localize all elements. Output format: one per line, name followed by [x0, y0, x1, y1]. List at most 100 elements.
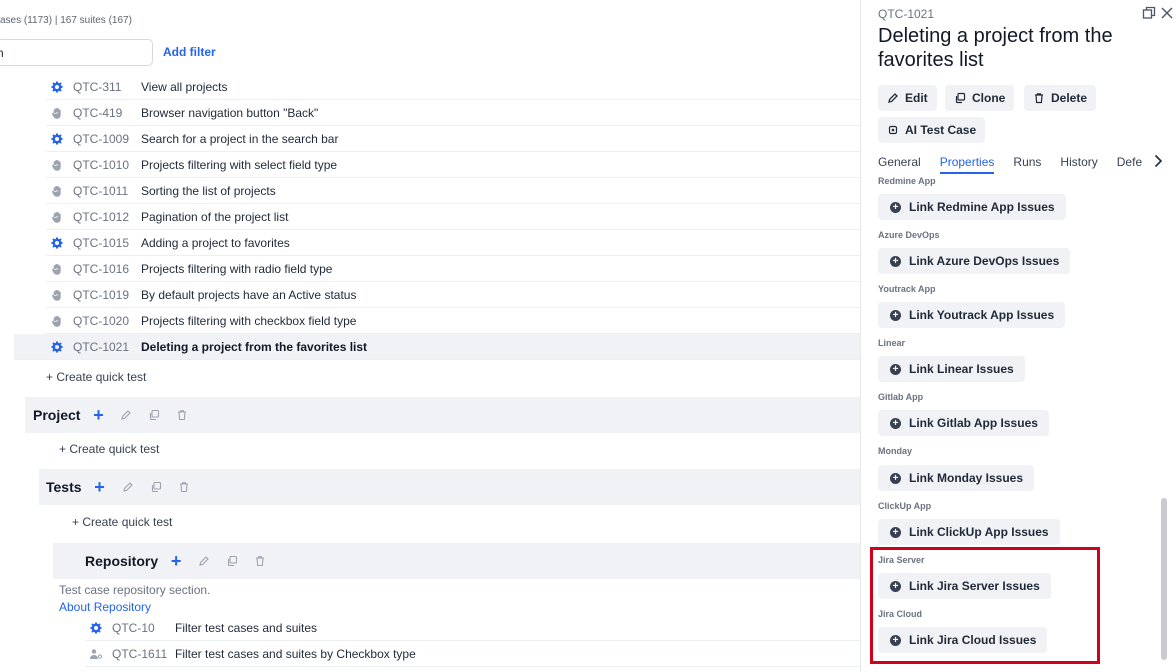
integration-label: Redmine App	[878, 176, 936, 186]
test-title: Search for a project in the search bar	[141, 131, 339, 146]
table-row[interactable]: QTC-1019 By default projects have an Act…	[46, 282, 860, 308]
panel-tabs: General Properties Runs History Defe	[878, 150, 1161, 174]
trash-icon[interactable]	[174, 407, 190, 423]
test-id: QTC-1010	[73, 157, 130, 172]
panel-top-actions	[1142, 6, 1174, 23]
ai-test-case-label: AI Test Case	[905, 123, 977, 137]
edit-pencil-icon[interactable]	[120, 479, 136, 495]
ai-test-case-button[interactable]: AI Test Case	[878, 117, 986, 143]
test-id: QTC-1011	[73, 183, 129, 198]
edit-button[interactable]: Edit	[878, 85, 937, 111]
manual-hand-icon	[46, 262, 68, 276]
test-id: QTC-1012	[73, 209, 130, 224]
test-case-id: QTC-1021	[878, 7, 935, 21]
add-plus-icon[interactable]: +	[90, 406, 106, 424]
jira-highlight-box	[870, 547, 1100, 664]
plus-circle-icon: +	[890, 472, 901, 484]
test-id: QTC-10	[112, 620, 155, 635]
create-quick-test-link[interactable]: + Create quick test	[46, 370, 146, 384]
cases-suites-summary: ases (1173) | 167 suites (167)	[0, 15, 132, 26]
copy-icon[interactable]	[146, 407, 162, 423]
add-plus-icon[interactable]: +	[168, 552, 184, 570]
copy-icon[interactable]	[148, 479, 164, 495]
link-button-label: Link Redmine App Issues	[909, 200, 1055, 214]
link-youtrack-issues-button[interactable]: + Link Youtrack App Issues	[878, 302, 1066, 328]
table-row[interactable]: QTC-1016 Projects filtering with radio f…	[46, 256, 860, 282]
test-title: Sorting the list of projects	[141, 183, 276, 198]
table-row[interactable]: QTC-1011 Sorting the list of projects	[46, 178, 860, 204]
manual-hand-icon	[46, 158, 68, 172]
table-row[interactable]: QTC-10 Filter test cases and suites	[85, 615, 860, 641]
test-id: QTC-1021	[73, 339, 130, 354]
link-gitlab-issues-button[interactable]: + Link Gitlab App Issues	[878, 410, 1049, 436]
tab-runs[interactable]: Runs	[1013, 150, 1041, 174]
test-id: QTC-1016	[73, 261, 130, 276]
tab-properties[interactable]: Properties	[939, 150, 995, 174]
test-title: Filter test cases and suites by Checkbox…	[175, 646, 416, 661]
suite-title: Repository	[85, 553, 159, 569]
table-row[interactable]: QTC-1010 Projects filtering with select …	[46, 152, 860, 178]
test-id: QTC-1020	[73, 313, 130, 328]
test-title: Projects filtering with select field typ…	[141, 157, 338, 172]
create-quick-test-link[interactable]: + Create quick test	[72, 515, 172, 529]
search-input[interactable]: h	[0, 39, 153, 66]
trash-icon[interactable]	[252, 553, 268, 569]
plus-circle-icon: +	[890, 526, 901, 538]
link-button-label: Link Linear Issues	[909, 362, 1014, 376]
table-row[interactable]: QTC-1015 Adding a project to favorites	[46, 230, 860, 256]
integration-label: Youtrack App	[878, 284, 936, 294]
test-id: QTC-311	[73, 79, 122, 94]
clone-button-label: Clone	[972, 91, 1006, 105]
integration-label: Azure DevOps	[878, 230, 940, 240]
table-row[interactable]: QTC-1611 Filter test cases and suites by…	[85, 641, 860, 667]
manual-hand-icon	[46, 210, 68, 224]
pencil-icon	[888, 93, 898, 103]
delete-button-label: Delete	[1051, 91, 1088, 105]
test-title: Pagination of the project list	[141, 209, 289, 224]
suite-description: Test case repository section.	[59, 583, 211, 597]
automated-gear-icon	[46, 132, 68, 146]
link-redmine-issues-button[interactable]: + Link Redmine App Issues	[878, 194, 1066, 220]
link-monday-issues-button[interactable]: + Link Monday Issues	[878, 465, 1035, 491]
chevron-right-icon[interactable]	[1153, 154, 1165, 168]
link-button-label: Link Monday Issues	[909, 471, 1024, 485]
table-row[interactable]: QTC-1009 Search for a project in the sea…	[46, 126, 860, 152]
edit-pencil-icon[interactable]	[196, 553, 212, 569]
add-filter-button[interactable]: Add filter	[163, 45, 216, 59]
trash-icon[interactable]	[176, 479, 192, 495]
integration-label: Linear	[878, 338, 906, 348]
integration-label: ClickUp App	[878, 501, 932, 511]
test-title: Filter test cases and suites	[175, 620, 318, 635]
delete-button[interactable]: Delete	[1024, 85, 1097, 111]
test-title: Browser navigation button "Back"	[141, 105, 319, 120]
tab-general[interactable]: General	[878, 150, 921, 174]
open-in-window-icon[interactable]	[1142, 6, 1156, 23]
create-quick-test-link[interactable]: + Create quick test	[59, 442, 159, 456]
integration-label: Gitlab App	[878, 392, 924, 402]
automated-gear-icon	[46, 80, 68, 94]
suite-title: Tests	[46, 479, 82, 495]
tab-defects[interactable]: Defe	[1117, 150, 1142, 174]
table-row[interactable]: QTC-1012 Pagination of the project list	[46, 204, 860, 230]
table-row[interactable]: QTC-311 View all projects	[46, 74, 860, 100]
plus-circle-icon: +	[890, 417, 901, 429]
table-row[interactable]: QTC-419 Browser navigation button "Back"	[46, 100, 860, 126]
copy-icon[interactable]	[224, 553, 240, 569]
panel-scrollbar[interactable]	[1161, 498, 1167, 660]
add-plus-icon[interactable]: +	[92, 478, 108, 496]
edit-button-label: Edit	[905, 91, 928, 105]
table-row[interactable]: QTC-1020 Projects filtering with checkbo…	[46, 308, 860, 334]
close-icon[interactable]	[1160, 6, 1174, 23]
table-row-selected[interactable]: QTC-1021 Deleting a project from the fav…	[14, 334, 860, 360]
about-repository-link[interactable]: About Repository	[59, 600, 151, 614]
plus-circle-icon: +	[890, 201, 901, 213]
edit-pencil-icon[interactable]	[118, 407, 134, 423]
tab-history[interactable]: History	[1060, 150, 1097, 174]
link-azure-devops-issues-button[interactable]: + Link Azure DevOps Issues	[878, 248, 1071, 274]
clone-button[interactable]: Clone	[945, 85, 1015, 111]
link-linear-issues-button[interactable]: + Link Linear Issues	[878, 356, 1025, 382]
manual-hand-icon	[46, 288, 68, 302]
link-clickup-issues-button[interactable]: + Link ClickUp App Issues	[878, 519, 1060, 545]
link-button-label: Link Azure DevOps Issues	[909, 254, 1060, 268]
integration-label: Monday	[878, 446, 913, 456]
